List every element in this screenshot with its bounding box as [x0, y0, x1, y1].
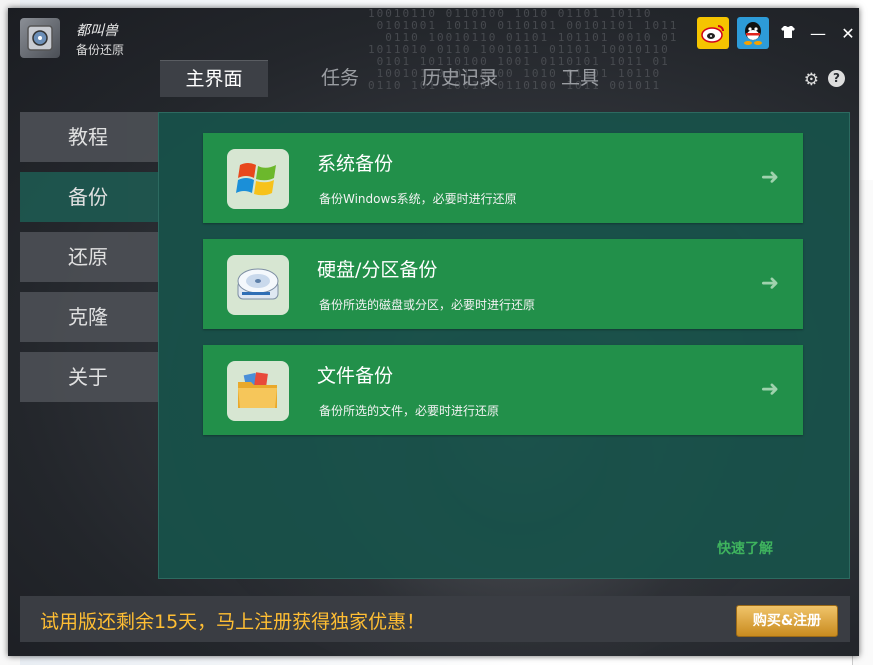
footer-bar: 试用版还剩余15天，马上注册获得独家优惠！ 购买&注册: [20, 596, 850, 642]
app-window: 10010110 0110100 1010 01101 10110 010100…: [8, 8, 859, 656]
sidebar: 教程 备份 还原 克隆 关于: [20, 112, 158, 412]
card-title: 系统备份: [317, 153, 394, 175]
system-backup-card[interactable]: 系统备份 备份Windows系统，必要时进行还原 ➜: [203, 133, 803, 223]
backup-panel: 系统备份 备份Windows系统，必要时进行还原 ➜ 硬盘/分区备份 备份所选的…: [158, 112, 850, 579]
tshirt-icon[interactable]: [777, 24, 799, 43]
tab-tools[interactable]: 工具: [520, 60, 640, 96]
arrow-right-icon: ➜: [760, 377, 779, 402]
card-description: 备份Windows系统，必要时进行还原: [319, 192, 517, 206]
tab-home[interactable]: 主界面: [160, 60, 268, 97]
titlebar-controls: — ✕: [697, 16, 859, 50]
windows-logo-icon: [227, 149, 289, 209]
minimize-button[interactable]: —: [807, 24, 829, 43]
buy-register-button[interactable]: 购买&注册: [736, 605, 838, 637]
quick-learn-link[interactable]: 快速了解: [717, 538, 773, 558]
gear-icon[interactable]: ⚙: [804, 70, 819, 90]
sidebar-item-restore[interactable]: 还原: [20, 232, 158, 282]
sidebar-item-tutorial[interactable]: 教程: [20, 112, 158, 162]
card-title: 文件备份: [317, 365, 394, 387]
disk-partition-backup-card[interactable]: 硬盘/分区备份 备份所选的磁盘或分区，必要时进行还原 ➜: [203, 239, 803, 329]
qq-icon[interactable]: [737, 17, 769, 49]
card-title: 硬盘/分区备份: [317, 259, 438, 281]
weibo-icon[interactable]: [697, 17, 729, 49]
trial-notice: 试用版还剩余15天，马上注册获得独家优惠！: [40, 611, 426, 633]
tab-history[interactable]: 历史记录: [400, 60, 520, 96]
folder-icon: [227, 361, 289, 421]
card-description: 备份所选的文件，必要时进行还原: [319, 404, 500, 418]
help-icon[interactable]: ?: [828, 70, 845, 87]
tab-tasks[interactable]: 任务: [280, 60, 400, 96]
card-description: 备份所选的磁盘或分区，必要时进行还原: [319, 298, 536, 312]
close-button[interactable]: ✕: [837, 24, 859, 43]
arrow-right-icon: ➜: [760, 165, 779, 190]
brand-name: 都叫兽: [76, 23, 118, 39]
sidebar-item-clone[interactable]: 克隆: [20, 292, 158, 342]
app-title: 备份还原: [76, 43, 125, 57]
main-tabs: 主界面 任务 历史记录 工具: [160, 60, 640, 97]
safe-icon: [20, 18, 60, 58]
hard-disk-icon: [227, 255, 289, 315]
arrow-right-icon: ➜: [760, 271, 779, 296]
sidebar-item-about[interactable]: 关于: [20, 352, 158, 402]
sidebar-item-backup[interactable]: 备份: [20, 172, 158, 222]
file-backup-card[interactable]: 文件备份 备份所选的文件，必要时进行还原 ➜: [203, 345, 803, 435]
